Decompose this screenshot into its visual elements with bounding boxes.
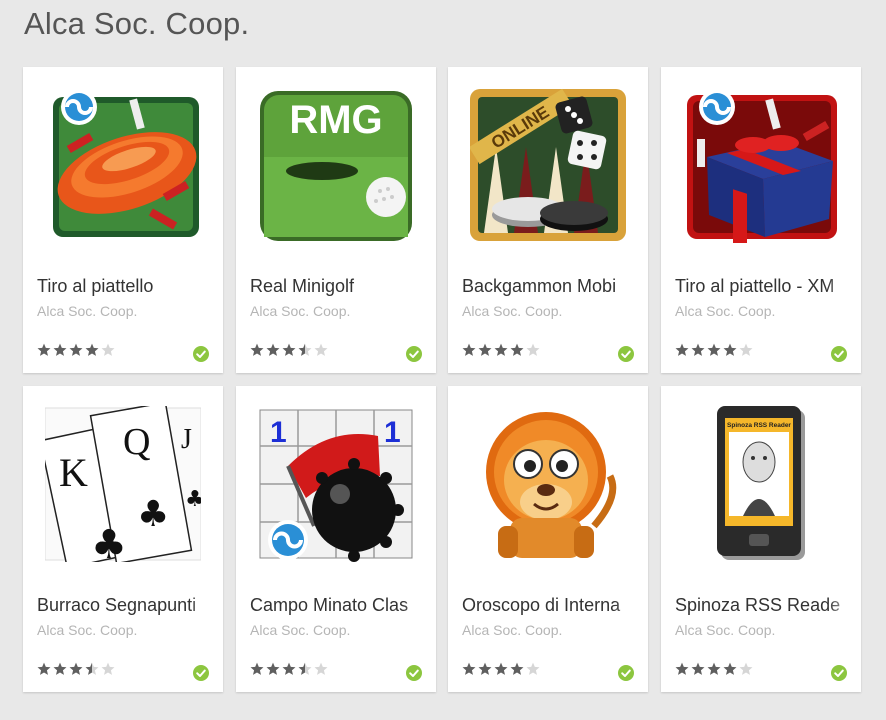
- svg-text:1: 1: [270, 416, 287, 449]
- star-icon: [314, 343, 328, 356]
- top-developer-badge-icon: [618, 665, 634, 681]
- developer-link[interactable]: Alca Soc. Coop.: [675, 622, 775, 638]
- lion-icon[interactable]: [470, 406, 626, 562]
- developer-link[interactable]: Alca Soc. Coop.: [250, 303, 350, 319]
- minigolf-icon[interactable]: RMG: [258, 87, 414, 243]
- app-card-real-minigolf[interactable]: RMG Real Minigolf Alca Soc. Coop.: [236, 67, 436, 373]
- developer-link[interactable]: Alca Soc. Coop.: [675, 303, 775, 319]
- star-icon: [510, 662, 524, 675]
- star-icon: [462, 662, 476, 675]
- star-icon: [478, 662, 492, 675]
- developer-link[interactable]: Alca Soc. Coop.: [462, 303, 562, 319]
- star-icon: [691, 343, 705, 356]
- star-icon: [69, 662, 83, 675]
- svg-text:♣: ♣: [185, 487, 201, 512]
- star-icon: [53, 662, 67, 675]
- star-icon: [691, 662, 705, 675]
- svg-text:K: K: [59, 450, 88, 495]
- star-icon: [266, 662, 280, 675]
- developer-title: Alca Soc. Coop.: [24, 6, 250, 41]
- top-developer-badge-icon: [618, 346, 634, 362]
- app-card-tiro-al-piattello[interactable]: Tiro al piattello Alca Soc. Coop.: [23, 67, 223, 373]
- minesweeper-icon[interactable]: 1 1: [258, 406, 414, 562]
- svg-text:♣: ♣: [91, 522, 127, 562]
- star-icon: [462, 343, 476, 356]
- svg-text:♣: ♣: [137, 494, 169, 535]
- star-rating: [462, 662, 546, 676]
- star-rating: [37, 343, 121, 357]
- star-icon: [101, 343, 115, 356]
- star-icon: [85, 662, 99, 675]
- gift-icon[interactable]: [683, 87, 839, 243]
- app-card-campo-minato-classico[interactable]: 1 1 Campo Minato Clas Alca Soc. Coop.: [236, 386, 436, 692]
- app-card-spinoza-rss-reader[interactable]: Spinoza RSS Reader Spinoza RSS Reade Alc…: [661, 386, 861, 692]
- star-icon: [37, 662, 51, 675]
- star-icon: [526, 343, 540, 356]
- star-icon: [707, 343, 721, 356]
- icon-text: RMG: [289, 98, 382, 142]
- svg-text:Q: Q: [123, 421, 150, 463]
- star-rating: [37, 662, 121, 676]
- star-icon: [298, 662, 312, 675]
- clay-pigeon-icon[interactable]: [45, 87, 201, 243]
- star-icon: [101, 662, 115, 675]
- star-icon: [250, 662, 264, 675]
- star-rating: [462, 343, 546, 357]
- star-icon: [478, 343, 492, 356]
- app-card-backgammon-mobi[interactable]: ONLINE Backgammon Mobi Alca Soc. Coop.: [448, 67, 648, 373]
- developer-link[interactable]: Alca Soc. Coop.: [250, 622, 350, 638]
- star-rating: [675, 662, 759, 676]
- top-developer-badge-icon: [831, 346, 847, 362]
- top-developer-badge-icon: [193, 665, 209, 681]
- developer-link[interactable]: Alca Soc. Coop.: [37, 622, 137, 638]
- star-icon: [282, 343, 296, 356]
- star-icon: [266, 343, 280, 356]
- star-icon: [494, 662, 508, 675]
- top-developer-badge-icon: [831, 665, 847, 681]
- top-developer-badge-icon: [406, 346, 422, 362]
- star-icon: [37, 343, 51, 356]
- star-icon: [723, 343, 737, 356]
- star-icon: [298, 343, 312, 356]
- top-developer-badge-icon: [406, 665, 422, 681]
- star-icon: [53, 343, 67, 356]
- developer-link[interactable]: Alca Soc. Coop.: [462, 622, 562, 638]
- star-icon: [526, 662, 540, 675]
- star-icon: [739, 343, 753, 356]
- star-icon: [282, 662, 296, 675]
- app-card-tiro-al-piattello-xmas[interactable]: Tiro al piattello - XM Alca Soc. Coop.: [661, 67, 861, 373]
- svg-text:J: J: [181, 424, 192, 455]
- developer-link[interactable]: Alca Soc. Coop.: [37, 303, 137, 319]
- top-developer-badge-icon: [193, 346, 209, 362]
- app-card-oroscopo[interactable]: Oroscopo di Interna Alca Soc. Coop.: [448, 386, 648, 692]
- star-icon: [707, 662, 721, 675]
- star-icon: [494, 343, 508, 356]
- star-icon: [675, 662, 689, 675]
- star-icon: [69, 343, 83, 356]
- rss-reader-phone-icon[interactable]: Spinoza RSS Reader: [683, 406, 839, 562]
- star-rating: [675, 343, 759, 357]
- playing-cards-icon[interactable]: K Q J ♣ ♣ ♣: [45, 406, 201, 562]
- star-icon: [85, 343, 99, 356]
- star-icon: [250, 343, 264, 356]
- star-icon: [675, 343, 689, 356]
- star-icon: [723, 662, 737, 675]
- star-icon: [510, 343, 524, 356]
- star-rating: [250, 343, 334, 357]
- icon-text: Spinoza RSS Reader: [727, 422, 791, 429]
- backgammon-icon[interactable]: ONLINE: [470, 87, 626, 243]
- star-icon: [314, 662, 328, 675]
- star-rating: [250, 662, 334, 676]
- app-card-burraco-segnapunti[interactable]: K Q J ♣ ♣ ♣ Burraco Segnapunti Alca Soc.…: [23, 386, 223, 692]
- star-icon: [739, 662, 753, 675]
- svg-text:1: 1: [384, 416, 401, 449]
